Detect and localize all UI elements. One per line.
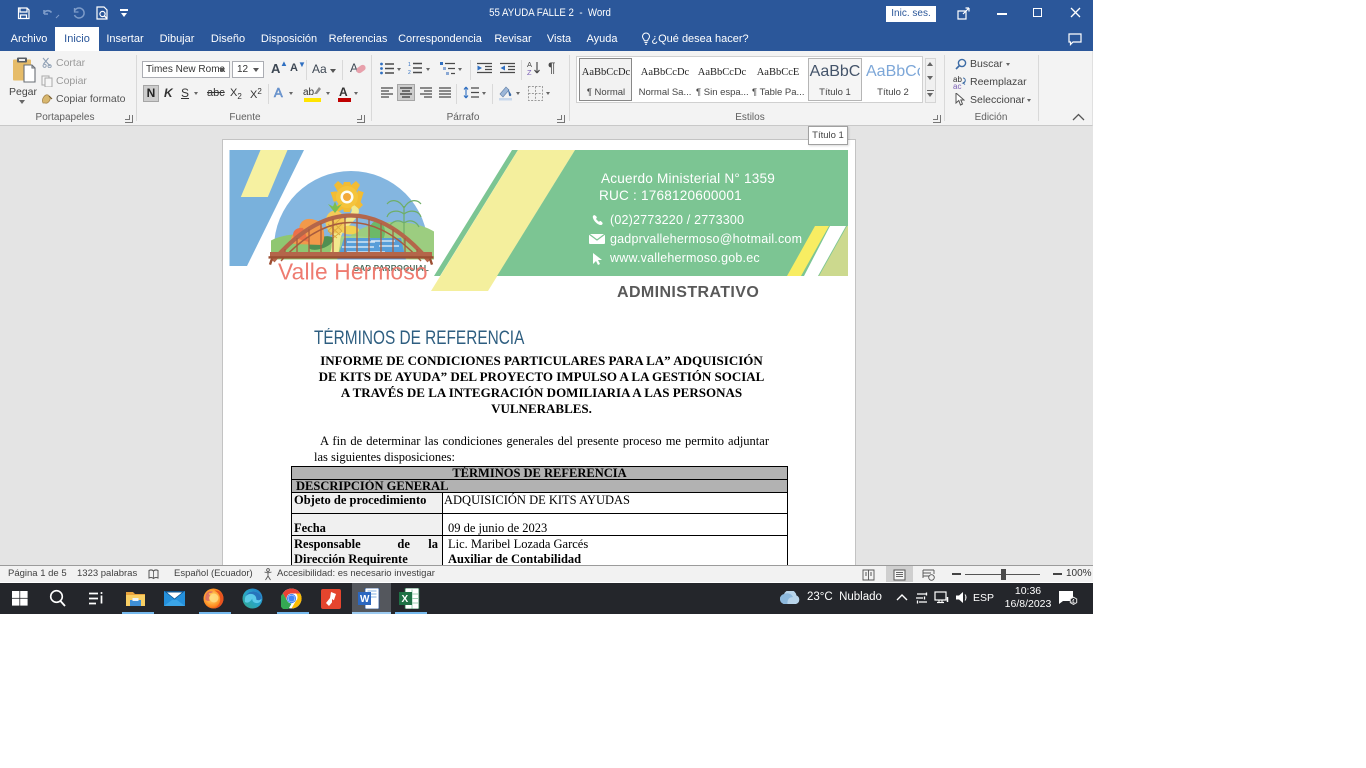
svg-text:www.vallehermoso.gob.ec: www.vallehermoso.gob.ec [609,251,760,265]
svg-text:gadprvallehermoso@hotmail.com: gadprvallehermoso@hotmail.com [610,232,802,246]
svg-text:(02)2773220 / 2773300: (02)2773220 / 2773300 [610,213,744,227]
svg-text:W: W [360,594,370,605]
svg-text:X: X [402,594,409,605]
svg-text:Z: Z [527,68,532,76]
svg-text:RUC : 1768120600001: RUC : 1768120600001 [599,188,742,203]
svg-text:2: 2 [408,70,411,75]
svg-text:A: A [350,61,358,75]
svg-text:Valle Hermoso: Valle Hermoso [278,259,428,285]
svg-text:Acuerdo Ministerial N° 1359: Acuerdo Ministerial N° 1359 [601,171,775,186]
svg-text:1: 1 [408,62,411,68]
svg-text:ac: ac [953,82,961,89]
svg-text:4: 4 [1071,599,1075,606]
